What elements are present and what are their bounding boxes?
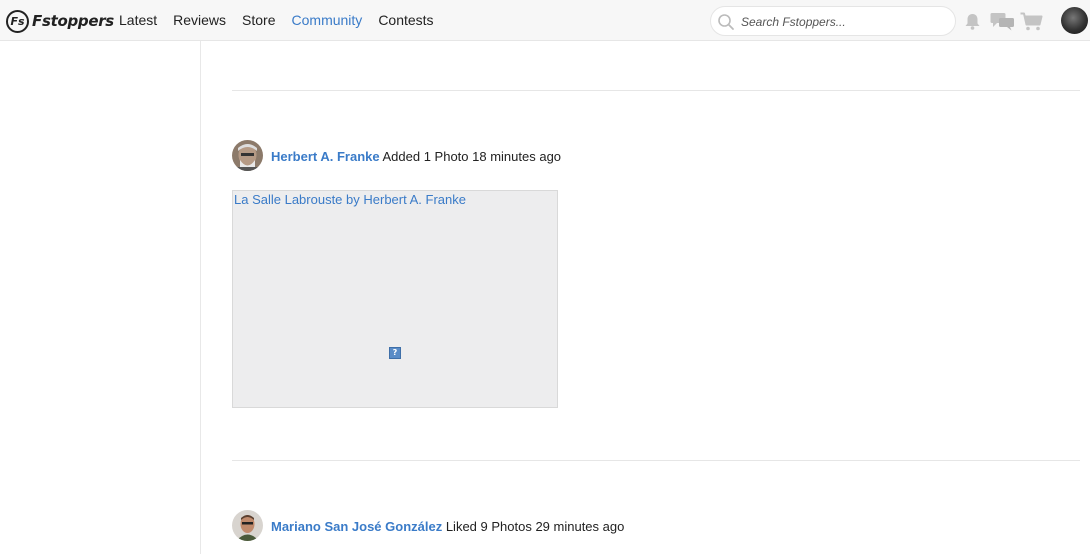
activity-action: Liked 9 Photos 29 minutes ago — [442, 519, 625, 534]
nav-community[interactable]: Community — [292, 12, 363, 28]
avatar[interactable] — [232, 140, 263, 171]
nav-contests[interactable]: Contests — [378, 12, 433, 28]
messages-icon[interactable] — [990, 12, 1015, 31]
nav-latest[interactable]: Latest — [119, 12, 157, 28]
activity-text: Herbert A. Franke Added 1 Photo 18 minut… — [271, 149, 561, 164]
top-navigation: Fs Fstoppers Latest Reviews Store Commun… — [0, 0, 1090, 41]
nav-store[interactable]: Store — [242, 12, 275, 28]
feed-divider — [232, 90, 1080, 91]
bell-icon[interactable] — [963, 12, 982, 31]
nav-reviews[interactable]: Reviews — [173, 12, 226, 28]
search-box — [710, 6, 956, 36]
feed-divider — [232, 460, 1080, 461]
activity-action: Added 1 Photo 18 minutes ago — [379, 149, 562, 164]
logo-text: Fstoppers — [32, 12, 114, 30]
search-icon[interactable] — [717, 13, 735, 31]
search-input[interactable] — [741, 12, 946, 32]
photo-thumbnail[interactable]: La Salle Labrouste by Herbert A. Franke … — [232, 190, 558, 408]
activity-text: Mariano San José González Liked 9 Photos… — [271, 519, 624, 534]
user-avatar[interactable] — [1061, 7, 1088, 34]
user-link[interactable]: Mariano San José González — [271, 519, 442, 534]
left-sidebar — [0, 41, 201, 554]
user-link[interactable]: Herbert A. Franke — [271, 149, 380, 164]
photo-alt-text[interactable]: La Salle Labrouste by Herbert A. Franke — [234, 192, 466, 207]
main-nav: Latest Reviews Store Community Contests — [119, 12, 450, 28]
fstoppers-logo[interactable]: Fs Fstoppers — [6, 9, 114, 33]
avatar[interactable] — [232, 510, 263, 541]
broken-image-icon: ? — [389, 347, 401, 359]
logo-mark: Fs — [6, 9, 29, 33]
cart-icon[interactable] — [1020, 12, 1043, 32]
